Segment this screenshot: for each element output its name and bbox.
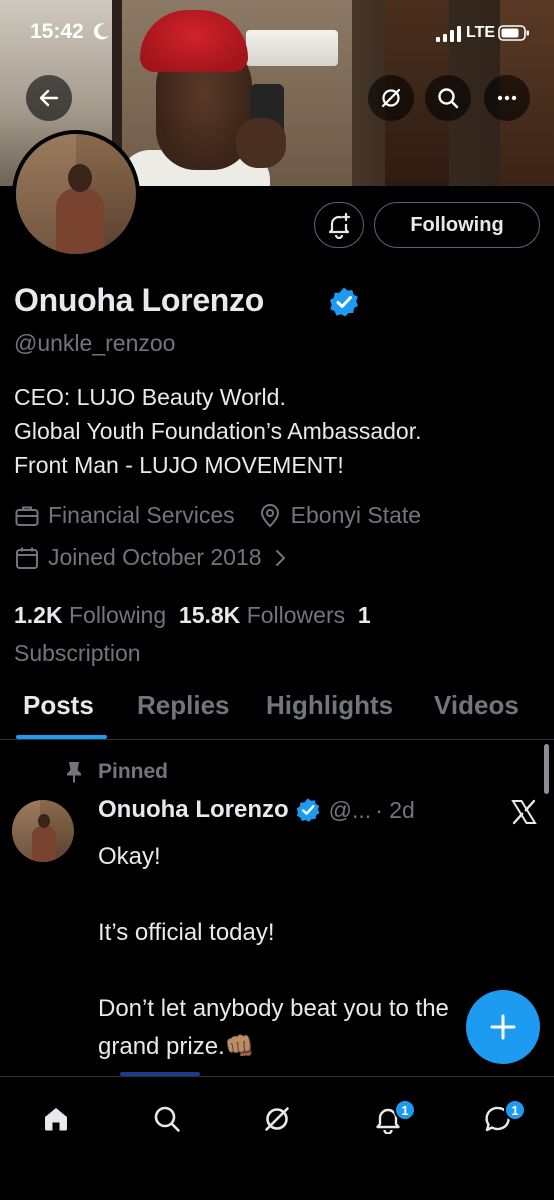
nav-messages[interactable]: 1 [474, 1095, 526, 1143]
x-logo-icon [511, 799, 537, 825]
notifications-badge: 1 [394, 1099, 416, 1121]
verified-badge-icon [296, 798, 320, 822]
post-header: Onuoha Lorenzo @... · 2d [98, 796, 415, 824]
pinned-indicator: Pinned [64, 760, 168, 784]
profile-meta-row: Financial Services Ebonyi State [14, 502, 421, 529]
following-label: Following [68, 602, 167, 628]
tab-posts[interactable]: Posts [23, 690, 94, 721]
more-button[interactable] [484, 75, 530, 121]
profile-handle: @unkle_renzoo [14, 330, 176, 356]
status-time: 15:42 [30, 20, 84, 43]
following-button[interactable]: Following [374, 202, 540, 248]
grok-icon [265, 1107, 289, 1131]
grok-button[interactable] [368, 75, 414, 121]
profile-category: Financial Services [48, 502, 235, 528]
notifications-toggle-button[interactable] [314, 202, 364, 248]
profile-tabs: Posts Replies Highlights Videos [0, 686, 554, 740]
tab-replies[interactable]: Replies [137, 690, 230, 721]
following-stat[interactable]: 1.2K Following [14, 602, 166, 628]
followers-label: Followers [246, 602, 346, 628]
following-count: 1.2K [14, 602, 63, 628]
avatar-photo-part [56, 188, 104, 254]
briefcase-icon [15, 506, 39, 526]
arrow-left-icon [39, 89, 59, 107]
subscription-label: Subscription [14, 640, 141, 666]
messages-badge: 1 [504, 1099, 526, 1121]
profile-bio: CEO: LUJO Beauty World. Global Youth Fou… [14, 380, 422, 482]
post-author-name[interactable]: Onuoha Lorenzo [98, 796, 289, 824]
search-icon [154, 1106, 180, 1132]
compose-post-button[interactable] [466, 990, 540, 1064]
banner-photo-part [236, 118, 286, 168]
bell-plus-icon [328, 212, 351, 239]
plus-icon [490, 1014, 516, 1040]
network-label: LTE [466, 24, 496, 41]
search-icon [438, 88, 459, 109]
search-button[interactable] [425, 75, 471, 121]
nav-home[interactable] [32, 1095, 80, 1143]
followers-stat[interactable]: 15.8K Followers [179, 602, 345, 628]
nav-search[interactable] [143, 1095, 191, 1143]
pinned-label: Pinned [98, 760, 169, 783]
profile-joined: Joined October 2018 [48, 544, 262, 570]
post-body[interactable]: Okay! It’s official today! Don’t let any… [98, 838, 528, 1066]
pin-icon [67, 762, 81, 783]
profile-stats: 1.2K Following 15.8K Followers 1 Subscrip… [14, 596, 434, 672]
avatar-photo-part [32, 826, 56, 862]
followers-count: 15.8K [178, 602, 241, 628]
more-horizontal-icon [497, 95, 517, 101]
bio-line: Global Youth Foundation’s Ambassador. [14, 418, 422, 444]
avatar-photo-part [38, 814, 50, 828]
active-tab-indicator [16, 735, 107, 739]
profile-avatar[interactable] [12, 130, 140, 258]
battery-icon [498, 25, 529, 41]
moon-icon [93, 23, 109, 40]
avatar-photo-part [68, 164, 92, 192]
post-author-avatar[interactable] [12, 800, 74, 862]
tab-highlights[interactable]: Highlights [266, 690, 393, 721]
verified-badge-icon [330, 287, 358, 317]
profile-location: Ebonyi State [290, 502, 422, 528]
signal-icon [436, 26, 461, 42]
tab-videos[interactable]: Videos [434, 690, 519, 721]
nav-grok[interactable] [253, 1095, 301, 1143]
chevron-right-icon [275, 549, 285, 566]
calendar-icon [16, 547, 38, 569]
grok-icon [381, 88, 401, 108]
back-button[interactable] [26, 75, 72, 121]
bio-line: CEO: LUJO Beauty World. [14, 384, 286, 410]
post-author-handle: @... [328, 796, 372, 823]
nav-notifications[interactable]: 1 [364, 1095, 416, 1143]
home-icon [45, 1108, 67, 1131]
status-bar: 15:42 LTE [0, 0, 554, 64]
profile-display-name: Onuoha Lorenzo [14, 282, 265, 318]
profile-joined-row[interactable]: Joined October 2018 [14, 544, 298, 571]
subscription-count: 1 [357, 602, 371, 628]
bio-line: Front Man - LUJO MOVEMENT! [14, 452, 344, 478]
bottom-navigation: 1 1 [0, 1076, 554, 1200]
scrollbar[interactable] [544, 744, 549, 794]
location-pin-icon [260, 503, 279, 527]
post-timestamp: · 2d [375, 796, 415, 823]
